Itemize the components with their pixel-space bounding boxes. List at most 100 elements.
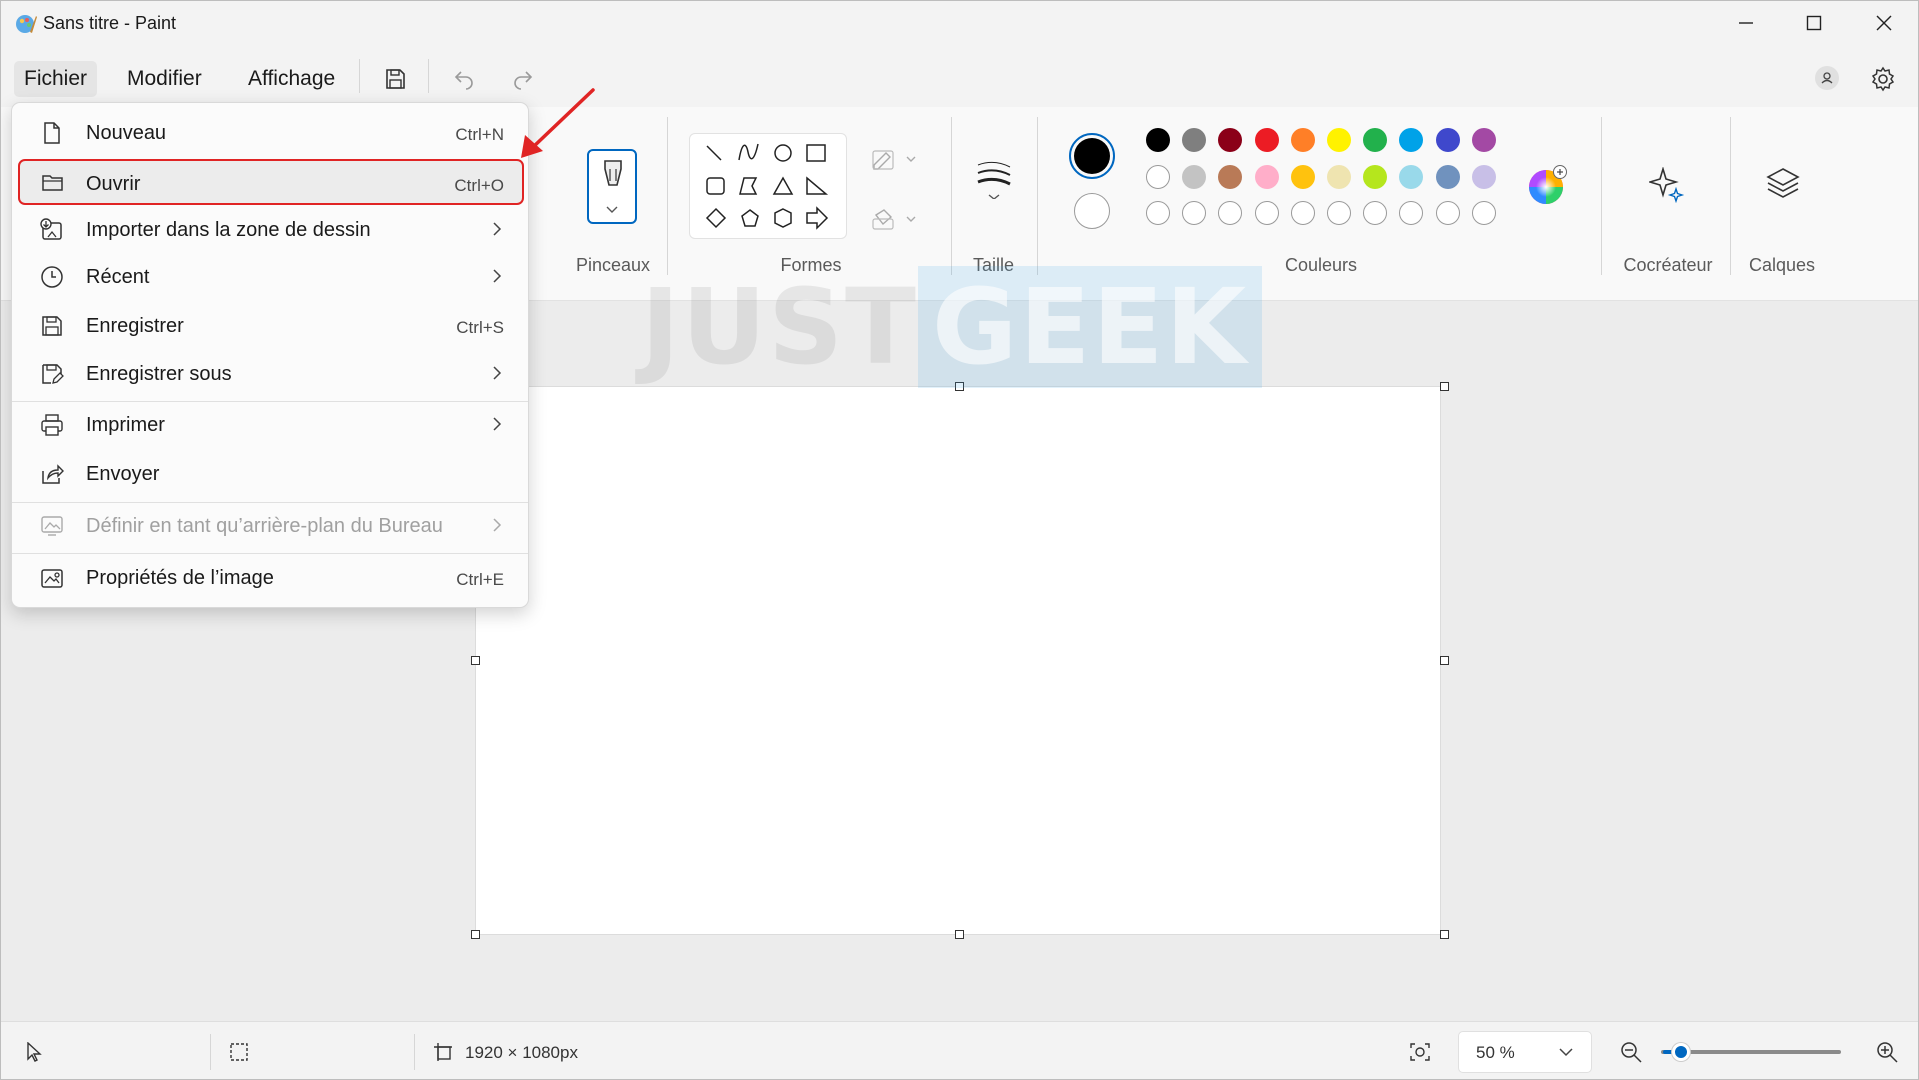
color-swatch[interactable] (1436, 128, 1460, 152)
custom-color-slot[interactable] (1363, 201, 1387, 225)
chevron-right-icon (492, 416, 502, 432)
custom-color-slot[interactable] (1436, 201, 1460, 225)
fit-to-window-icon[interactable] (1409, 1042, 1431, 1062)
color-swatch[interactable] (1291, 165, 1315, 189)
menu-item-label: Enregistrer (86, 315, 184, 337)
menu-bar: Fichier Modifier Affichage (1, 45, 1918, 107)
maximize-button[interactable] (1779, 1, 1849, 45)
window-title: Sans titre - Paint (43, 13, 177, 33)
color-swatch[interactable] (1255, 165, 1279, 189)
color-swatch[interactable] (1472, 128, 1496, 152)
color-swatch[interactable] (1146, 128, 1170, 152)
menu-item-nouveau[interactable]: Nouveau Ctrl+N (18, 111, 522, 155)
menu-item-ouvrir[interactable]: Ouvrir Ctrl+O (18, 159, 524, 205)
settings-gear-icon[interactable] (1863, 61, 1903, 97)
custom-color-slot[interactable] (1399, 201, 1423, 225)
custom-color-slot[interactable] (1327, 201, 1351, 225)
watermark-text: GEEK (918, 266, 1263, 388)
shortcut-label: Ctrl+E (456, 570, 504, 589)
color-swatch[interactable] (1182, 165, 1206, 189)
menu-item-proprietes[interactable]: Propriétés de l’image Ctrl+E (18, 556, 522, 600)
close-button[interactable] (1849, 1, 1918, 45)
shortcut-label: Ctrl+S (456, 318, 504, 337)
color-swatch[interactable] (1363, 128, 1387, 152)
menu-item-recent[interactable]: Récent (18, 255, 522, 299)
pointer-icon[interactable] (25, 1042, 43, 1062)
minimize-button[interactable] (1711, 1, 1781, 45)
menu-divider (428, 59, 429, 93)
custom-color-slot[interactable] (1218, 201, 1242, 225)
color-swatch[interactable] (1218, 128, 1242, 152)
custom-color-slot[interactable] (1291, 201, 1315, 225)
zoom-in-icon[interactable] (1875, 1040, 1899, 1064)
color-swatch[interactable] (1363, 165, 1387, 189)
open-folder-icon (41, 171, 65, 195)
menu-item-label: Envoyer (86, 463, 160, 485)
menu-item-importer[interactable]: Importer dans la zone de dessin (18, 208, 522, 252)
image-properties-icon (40, 566, 64, 590)
save-icon[interactable] (375, 61, 415, 97)
resize-handle[interactable] (471, 930, 480, 939)
menu-separator (12, 553, 528, 554)
file-menu-dropdown: Nouveau Ctrl+N Ouvrir Ctrl+O Importer da… (11, 102, 529, 608)
menu-affichage[interactable]: Affichage (238, 61, 345, 97)
stroke-size-icon[interactable] (976, 159, 1012, 199)
custom-color-slot[interactable] (1255, 201, 1279, 225)
resize-handle[interactable] (471, 656, 480, 665)
color-swatch[interactable] (1327, 128, 1351, 152)
import-image-icon (40, 218, 64, 242)
color-swatch[interactable] (1399, 128, 1423, 152)
color-swatch[interactable] (1472, 165, 1496, 189)
menu-separator (12, 401, 528, 402)
drawing-canvas[interactable] (475, 386, 1441, 935)
zoom-out-icon[interactable] (1619, 1040, 1643, 1064)
outline-icon[interactable] (871, 147, 919, 171)
undo-icon[interactable] (444, 61, 484, 97)
color-swatch[interactable] (1291, 128, 1315, 152)
color-swatch[interactable] (1436, 165, 1460, 189)
title-bar: Sans titre - Paint (1, 1, 1918, 45)
resize-handle[interactable] (1440, 930, 1449, 939)
menu-item-label: Imprimer (86, 414, 165, 436)
chevron-right-icon (492, 221, 502, 237)
menu-item-label: Importer dans la zone de dessin (86, 219, 371, 241)
printer-icon (40, 413, 64, 437)
resize-handle[interactable] (1440, 656, 1449, 665)
custom-color-slot[interactable] (1182, 201, 1206, 225)
primary-color-button[interactable] (1069, 133, 1115, 179)
color-swatch[interactable] (1255, 128, 1279, 152)
zoom-slider-thumb[interactable] (1672, 1043, 1690, 1061)
color-swatch[interactable] (1327, 165, 1351, 189)
shapes-icons[interactable] (690, 134, 848, 240)
color-swatch[interactable] (1218, 165, 1242, 189)
zoom-dropdown[interactable]: 50 % (1458, 1031, 1592, 1073)
status-divider (210, 1034, 211, 1070)
cocreator-sparkle-icon[interactable] (1649, 167, 1685, 203)
group-label-cocreator: Cocréateur (1623, 255, 1713, 275)
custom-color-slot[interactable] (1146, 201, 1170, 225)
menu-item-label: Récent (86, 266, 150, 288)
save-icon (40, 314, 64, 338)
menu-item-label: Enregistrer sous (86, 363, 232, 385)
menu-item-enregistrer[interactable]: Enregistrer Ctrl+S (18, 304, 522, 348)
resize-handle[interactable] (1440, 382, 1449, 391)
layers-icon[interactable] (1765, 165, 1801, 201)
menu-modifier[interactable]: Modifier (117, 61, 212, 97)
shortcut-label: Ctrl+O (454, 176, 504, 195)
color-swatch[interactable] (1146, 165, 1170, 189)
account-icon[interactable] (1807, 60, 1847, 96)
menu-item-enregistrer-sous[interactable]: Enregistrer sous (18, 352, 522, 396)
edit-colors-icon[interactable] (1528, 165, 1568, 205)
secondary-color-button[interactable] (1074, 193, 1110, 229)
fill-icon[interactable] (871, 207, 919, 231)
brush-icon (601, 159, 625, 191)
menu-item-envoyer[interactable]: Envoyer (18, 452, 522, 496)
resize-handle[interactable] (955, 930, 964, 939)
color-swatch[interactable] (1399, 165, 1423, 189)
selection-icon[interactable] (229, 1042, 249, 1062)
desktop-background-icon (40, 514, 64, 538)
menu-fichier[interactable]: Fichier (14, 61, 98, 97)
color-swatch[interactable] (1182, 128, 1206, 152)
menu-item-imprimer[interactable]: Imprimer (18, 403, 522, 447)
custom-color-slot[interactable] (1472, 201, 1496, 225)
